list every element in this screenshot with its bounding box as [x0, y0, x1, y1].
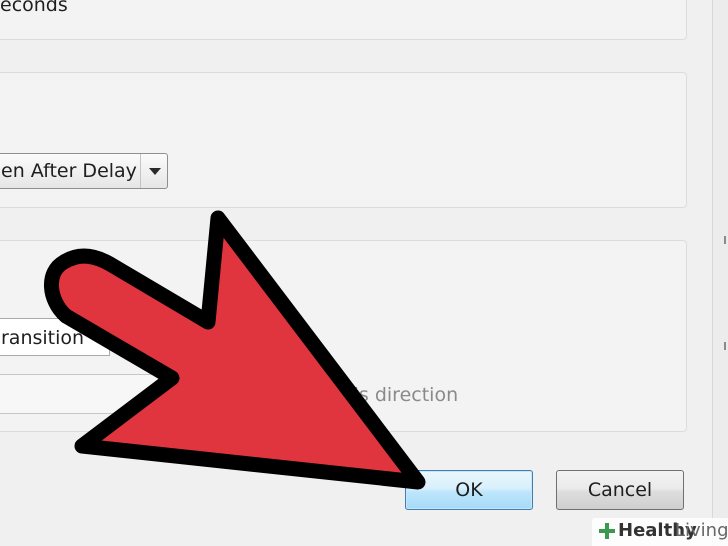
watermark-brand-light: Living [675, 520, 728, 541]
watermark: Healthy Living [592, 518, 728, 546]
pointer-arrow-icon [44, 210, 426, 490]
plus-leaf-icon [599, 523, 615, 539]
